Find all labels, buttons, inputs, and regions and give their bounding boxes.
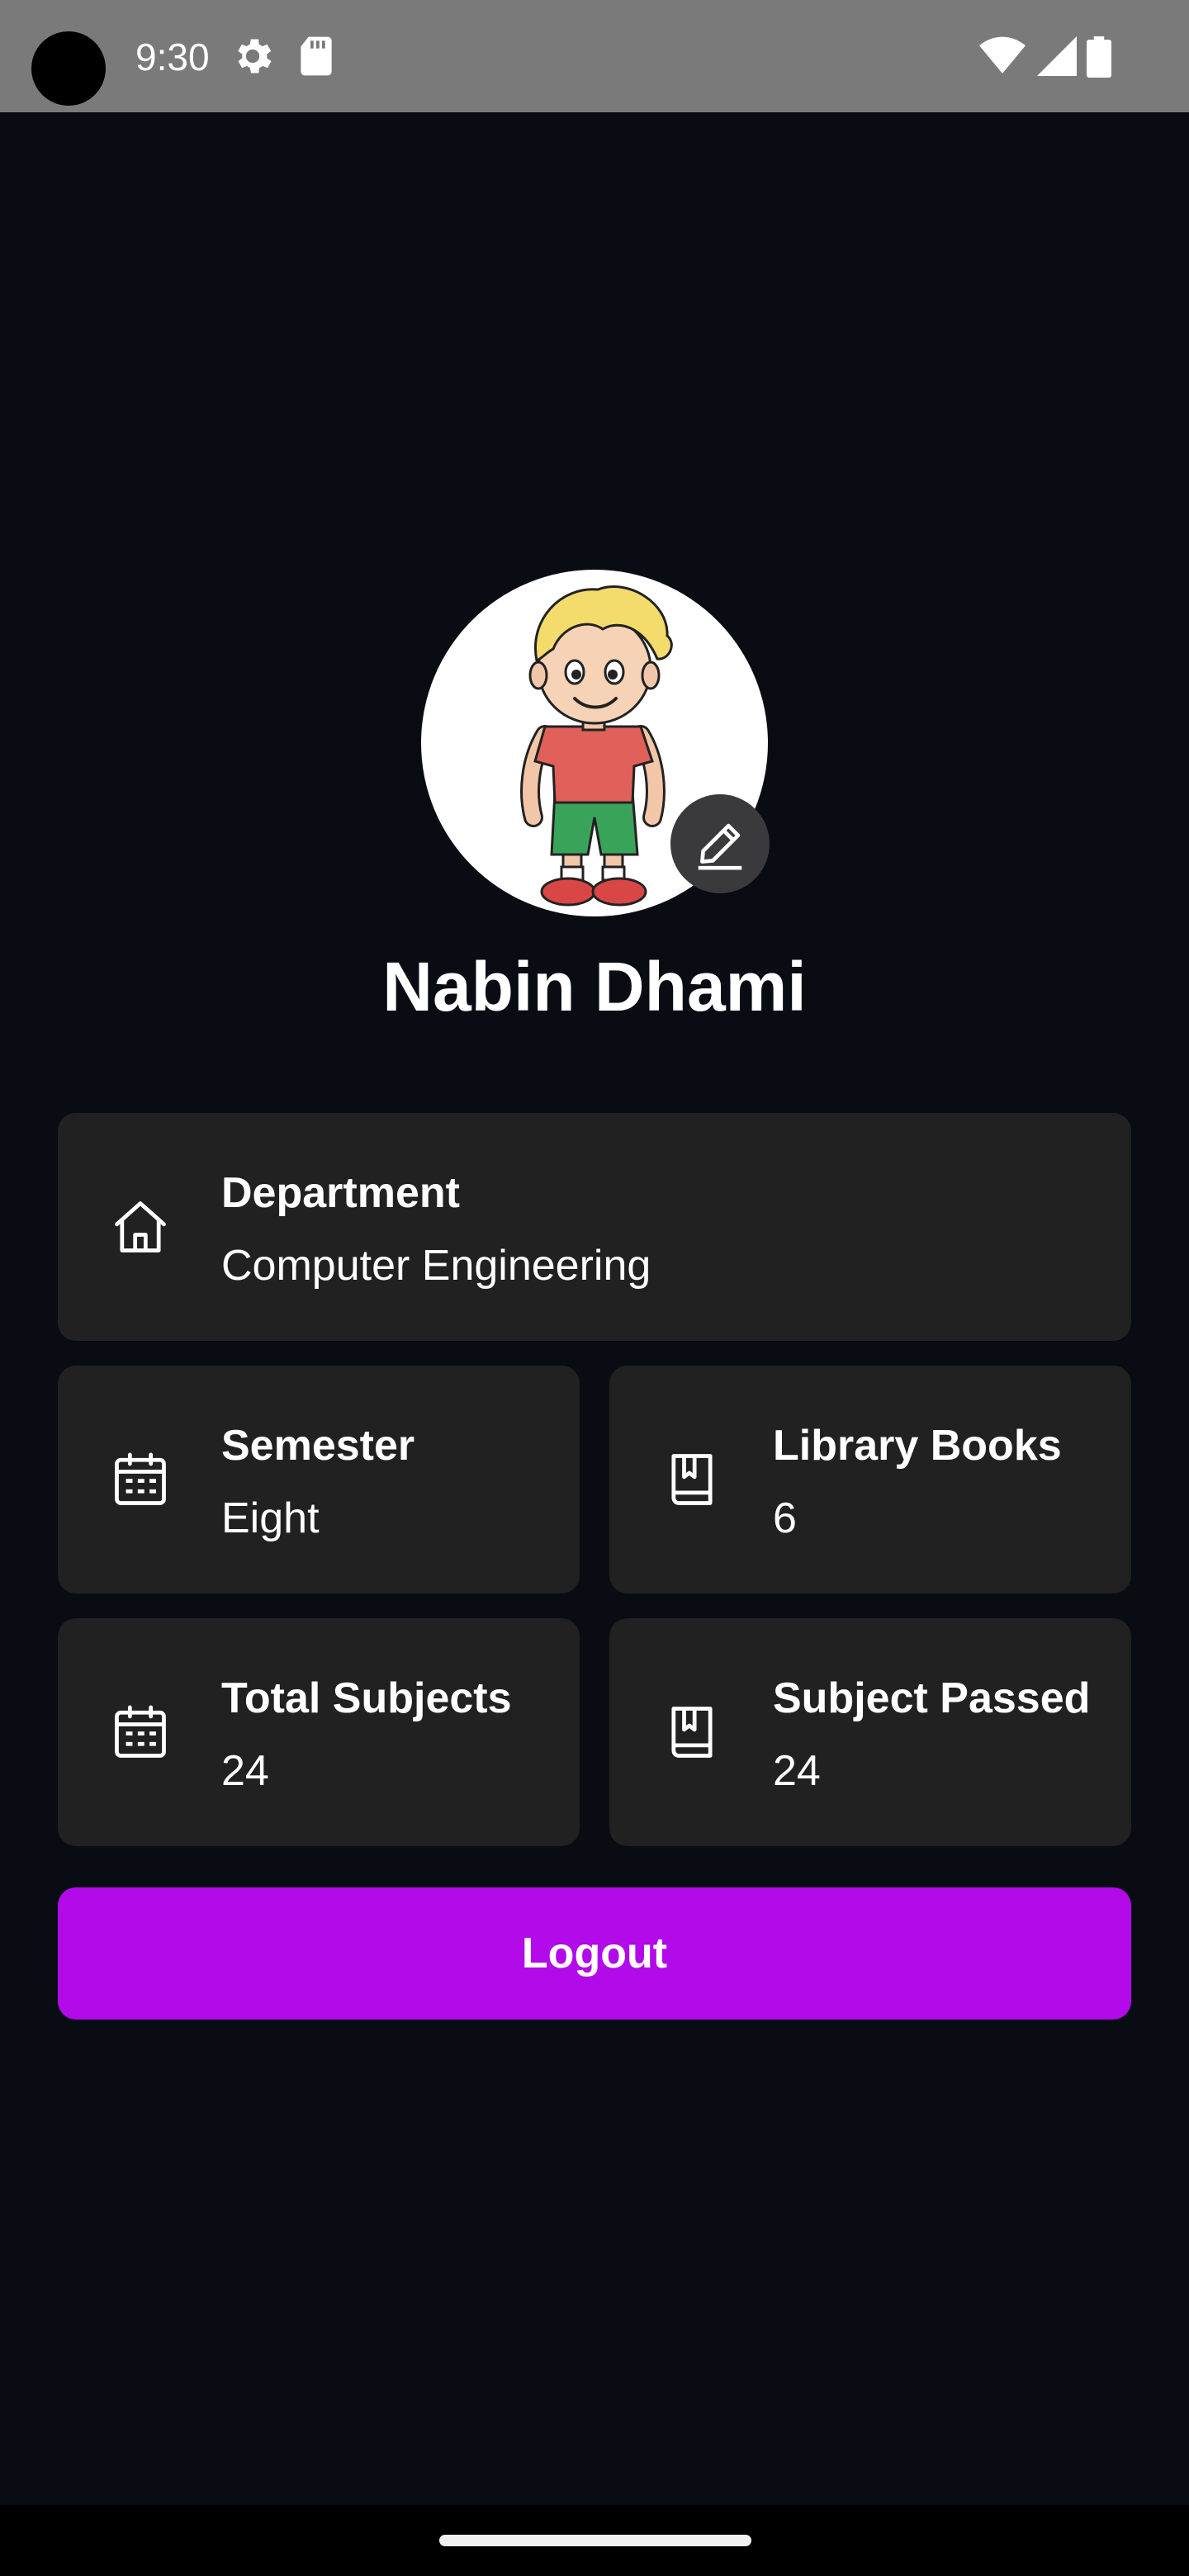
total-subjects-title: Total Subjects [221, 1674, 512, 1722]
profile-screen: 9:30 Nabin Dhami Department Computer Eng… [0, 0, 1189, 2576]
total-subjects-value: 24 [221, 1747, 269, 1795]
semester-value: Eight [221, 1494, 320, 1542]
cell-signal-icon [1037, 36, 1077, 80]
camera-cutout [31, 31, 106, 106]
home-icon [109, 1196, 172, 1258]
profile-avatar-container [421, 570, 770, 916]
status-bar: 9:30 [0, 0, 1189, 112]
department-value: Computer Engineering [221, 1242, 651, 1290]
semester-title: Semester [221, 1422, 415, 1470]
subject-passed-card: Subject Passed 24 [609, 1618, 1131, 1846]
department-card: Department Computer Engineering [58, 1113, 1131, 1341]
wifi-icon [979, 36, 1026, 80]
sd-card-icon [296, 33, 337, 83]
settings-gear-icon [230, 33, 276, 83]
subject-passed-value: 24 [773, 1747, 821, 1795]
library-books-card: Library Books 6 [609, 1366, 1131, 1593]
logout-button[interactable]: Logout [58, 1887, 1131, 2020]
battery-icon [1087, 36, 1111, 82]
profile-name: Nabin Dhami [382, 948, 807, 1025]
status-time: 9:30 [135, 36, 210, 78]
calendar-icon [109, 1448, 172, 1511]
book-icon [661, 1701, 723, 1764]
book-icon [661, 1448, 723, 1511]
library-books-value: 6 [773, 1494, 797, 1542]
library-books-title: Library Books [773, 1422, 1062, 1470]
system-nav-bar [0, 2505, 1189, 2576]
home-indicator[interactable] [439, 2535, 751, 2546]
pencil-edit-icon [698, 823, 742, 870]
subject-passed-title: Subject Passed [773, 1674, 1091, 1722]
edit-avatar-button[interactable] [670, 794, 770, 893]
semester-card: Semester Eight [58, 1366, 580, 1593]
calendar-icon [109, 1701, 172, 1764]
department-title: Department [221, 1169, 460, 1217]
total-subjects-card: Total Subjects 24 [58, 1618, 580, 1846]
